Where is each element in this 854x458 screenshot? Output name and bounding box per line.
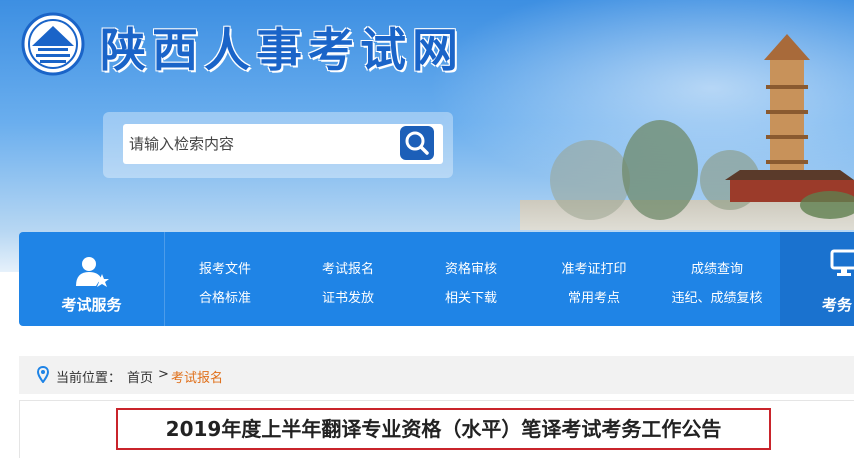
exam-service-menu[interactable]: 考试服务 xyxy=(19,232,165,326)
nav-link-certificate-issuance[interactable]: 证书发放 xyxy=(288,287,408,306)
breadcrumb: 当前位置： 首页 > 考试报名 xyxy=(19,356,854,394)
nav-link-downloads[interactable]: 相关下载 xyxy=(411,287,531,306)
breadcrumb-home-link[interactable]: 首页 xyxy=(127,367,153,386)
breadcrumb-prefix: 当前位置： xyxy=(56,371,122,386)
nav-link-qualification-review[interactable]: 资格审核 xyxy=(411,258,531,277)
search-icon xyxy=(405,131,429,155)
site-logo-icon[interactable] xyxy=(20,12,86,76)
article-title: 2019年度上半年翻译专业资格（水平）笔译考试考务工作公告 xyxy=(116,408,771,450)
pagoda-scenery-image xyxy=(520,34,854,230)
nav-link-admission-ticket[interactable]: 准考证打印 xyxy=(534,258,654,277)
nav-link-exam-registration[interactable]: 考试报名 xyxy=(288,258,408,277)
breadcrumb-separator: > xyxy=(158,367,169,382)
user-star-icon xyxy=(76,257,109,287)
exam-service-label: 考试服务 xyxy=(61,296,122,314)
search-box xyxy=(103,112,453,178)
monitor-icon xyxy=(830,249,854,276)
nav-link-exam-sites[interactable]: 常用考点 xyxy=(534,287,654,306)
nav-link-score-inquiry[interactable]: 成绩查询 xyxy=(657,258,777,277)
search-button[interactable] xyxy=(400,126,434,160)
nav-link-score-review[interactable]: 违纪、成绩复核 xyxy=(657,287,777,306)
breadcrumb-current[interactable]: 考试报名 xyxy=(171,367,223,386)
location-pin-icon xyxy=(37,366,49,383)
nav-link-passing-standards[interactable]: 合格标准 xyxy=(165,287,285,306)
exam-affairs-menu[interactable]: 考务 xyxy=(780,232,854,326)
main-nav: 考试服务 报考文件 合格标准 考试报名 证书发放 资格审核 相关下载 准考证打印… xyxy=(19,232,854,326)
nav-link-exam-documents[interactable]: 报考文件 xyxy=(165,258,285,277)
search-input[interactable] xyxy=(123,124,443,164)
exam-affairs-label: 考务 xyxy=(822,296,853,314)
site-title[interactable]: 陕西人事考试网 xyxy=(100,14,464,80)
